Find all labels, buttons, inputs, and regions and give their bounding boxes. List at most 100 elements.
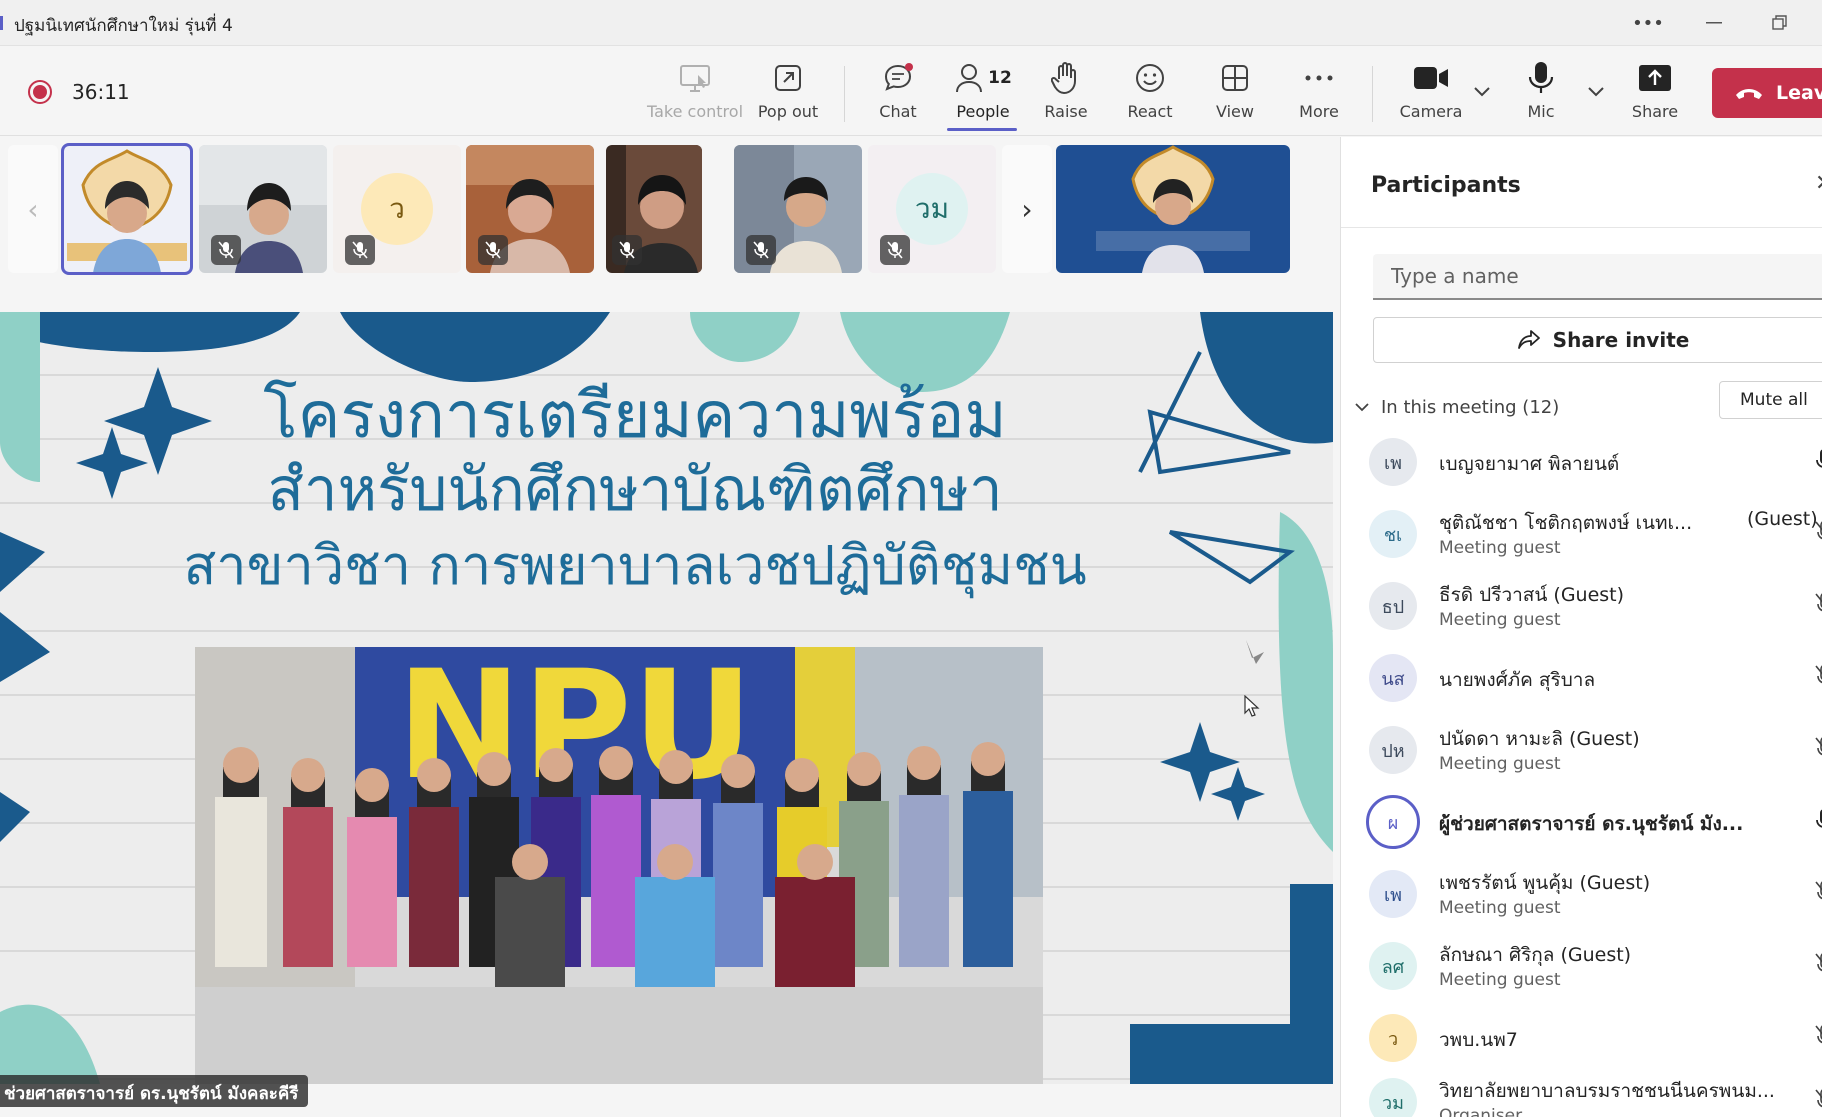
pop-out-button[interactable]: Pop out bbox=[752, 58, 824, 130]
raise-hand-button[interactable]: Raise bbox=[1040, 58, 1092, 130]
strip-previous-button[interactable]: ‹ bbox=[8, 145, 58, 273]
camera-options-chevron-icon[interactable] bbox=[1474, 82, 1490, 101]
more-options-icon[interactable]: ••• bbox=[1628, 8, 1668, 38]
minimize-icon[interactable] bbox=[1694, 8, 1734, 38]
restore-icon[interactable] bbox=[1760, 8, 1800, 38]
take-control-button[interactable]: Take control bbox=[647, 58, 743, 130]
toolbar-separator bbox=[844, 66, 845, 122]
participant-row[interactable]: เพ เพชรรัตน์ พูนคุ้ม (Guest) Meeting gue… bbox=[1369, 862, 1822, 926]
people-icon bbox=[956, 64, 983, 93]
chat-icon bbox=[881, 58, 915, 98]
speaker-name-tag: ช่วยศาสตราจารย์ ดร.นุชรัตน์ มังคละคีรี bbox=[0, 1075, 309, 1107]
more-button[interactable]: More bbox=[1296, 58, 1342, 130]
mic-button[interactable]: Mic bbox=[1520, 58, 1562, 130]
avatar: นส bbox=[1369, 654, 1417, 702]
video-tile[interactable] bbox=[606, 145, 702, 273]
mouse-cursor-icon bbox=[1244, 694, 1260, 721]
meeting-timer: 36:11 bbox=[72, 80, 130, 104]
avatar: ปห bbox=[1369, 726, 1417, 774]
mic-on-icon bbox=[1815, 448, 1822, 478]
avatar-tile[interactable]: วม bbox=[868, 145, 996, 273]
participant-name: เบญจยามาศ พิลายนต์ bbox=[1439, 453, 1620, 475]
chat-button[interactable]: Chat bbox=[870, 58, 926, 130]
react-button[interactable]: React bbox=[1124, 58, 1176, 130]
participant-row[interactable]: นส นายพงศ์ภัค สุริบาล bbox=[1369, 646, 1822, 710]
avatar: ว bbox=[361, 173, 433, 245]
mic-off-icon bbox=[478, 235, 508, 265]
microphone-icon bbox=[1528, 58, 1554, 98]
participant-role: Meeting guest bbox=[1439, 898, 1561, 918]
chevron-right-icon: › bbox=[1021, 192, 1033, 226]
toolbar-separator bbox=[1372, 66, 1373, 122]
mic-off-icon bbox=[1815, 1088, 1822, 1117]
search-input[interactable] bbox=[1373, 254, 1773, 298]
group-photo-image: NPU bbox=[195, 647, 1043, 1084]
participant-row[interactable]: วม วิทยาลัยพยาบาลบรมราชชนนีนครพนม... Org… bbox=[1369, 1070, 1822, 1117]
mic-off-icon bbox=[1815, 736, 1822, 766]
leave-button[interactable]: Leave bbox=[1712, 68, 1822, 118]
participant-row[interactable]: ชเ ชุติณัชชา โชติกฤตพงษ์ เนทเ... (Guest)… bbox=[1369, 502, 1822, 566]
avatar: วม bbox=[1369, 1078, 1417, 1117]
mic-on-icon bbox=[1815, 808, 1822, 838]
mic-off-icon bbox=[1815, 664, 1822, 694]
camera-button[interactable]: Camera bbox=[1396, 58, 1466, 130]
participant-row[interactable]: ลศ ลักษณา ศิริกุล (Guest) Meeting guest bbox=[1369, 934, 1822, 998]
video-tile[interactable] bbox=[466, 145, 594, 273]
avatar: ชเ bbox=[1369, 510, 1417, 558]
participant-row[interactable]: ว วพบ.นพ7 bbox=[1369, 1006, 1822, 1070]
view-button[interactable]: View bbox=[1210, 58, 1260, 130]
spotlight-video-tile[interactable] bbox=[1056, 145, 1290, 273]
avatar: เพ bbox=[1369, 438, 1417, 486]
video-tile[interactable] bbox=[61, 143, 193, 275]
share-invite-button[interactable]: Share invite bbox=[1373, 317, 1822, 363]
panel-divider bbox=[1341, 227, 1822, 228]
title-bar: ปฐมนิเทศนักศึกษาใหม่ รุ่นที่ 4 ••• bbox=[0, 0, 1822, 46]
mic-off-icon bbox=[1815, 880, 1822, 910]
people-button[interactable]: 12 People bbox=[948, 58, 1018, 130]
video-tile[interactable] bbox=[199, 145, 327, 273]
share-invite-icon bbox=[1517, 330, 1540, 349]
avatar: วม bbox=[896, 173, 968, 245]
mic-options-chevron-icon[interactable] bbox=[1588, 82, 1604, 101]
participant-search bbox=[1373, 254, 1822, 300]
participant-name: นายพงศ์ภัค สุริบาล bbox=[1439, 669, 1596, 691]
mic-off-icon bbox=[880, 235, 910, 265]
participant-video bbox=[63, 145, 191, 273]
close-panel-icon[interactable]: ✕ bbox=[1815, 171, 1822, 196]
video-tile[interactable] bbox=[734, 145, 862, 273]
chevron-down-icon bbox=[1355, 402, 1369, 411]
mic-off-icon bbox=[1815, 592, 1822, 622]
mic-off-icon bbox=[345, 235, 375, 265]
participant-video bbox=[1056, 145, 1290, 273]
guest-tag: (Guest) bbox=[1747, 508, 1818, 530]
participant-row[interactable]: ปห ปนัดดา หามะลิ (Guest) Meeting guest bbox=[1369, 718, 1822, 782]
view-grid-icon bbox=[1220, 58, 1250, 98]
mute-all-button[interactable]: Mute all bbox=[1719, 381, 1822, 419]
participant-name: วิทยาลัยพยาบาลบรมราชชนนีนครพนม... bbox=[1439, 1080, 1775, 1102]
people-icon-group: 12 bbox=[954, 58, 1012, 98]
panel-title: Participants bbox=[1371, 173, 1521, 198]
in-meeting-section-toggle[interactable]: In this meeting (12) bbox=[1355, 389, 1559, 425]
section-label: In this meeting (12) bbox=[1381, 396, 1560, 418]
share-button[interactable]: Share bbox=[1630, 58, 1680, 130]
participant-name: เพชรรัตน์ พูนคุ้ม (Guest) bbox=[1439, 872, 1651, 894]
mic-off-icon bbox=[1815, 1024, 1822, 1054]
participant-row[interactable]: ผ ผู้ช่วยศาสตราจารย์ ดร.นุชรัตน์ มัง... bbox=[1366, 790, 1822, 854]
participants-panel: Participants ✕ Share invite In this meet… bbox=[1340, 137, 1822, 1117]
take-control-icon bbox=[678, 58, 712, 98]
share-icon bbox=[1638, 58, 1672, 98]
strip-next-button[interactable]: › bbox=[1002, 145, 1052, 273]
participant-name: ผู้ช่วยศาสตราจารย์ ดร.นุชรัตน์ มัง... bbox=[1439, 813, 1744, 835]
raise-hand-icon bbox=[1051, 58, 1081, 98]
avatar: ธป bbox=[1369, 582, 1417, 630]
participant-row[interactable]: เพ เบญจยามาศ พิลายนต์ bbox=[1369, 430, 1822, 494]
avatar: ลศ bbox=[1369, 942, 1417, 990]
participant-name: ชุติณัชชา โชติกฤตพงษ์ เนทเ... bbox=[1439, 512, 1693, 534]
participant-name: ลักษณา ศิริกุล (Guest) bbox=[1439, 944, 1632, 966]
participant-row[interactable]: ธป ธีรดิ ปรีวาสน์ (Guest) Meeting guest bbox=[1369, 574, 1822, 638]
people-active-indicator bbox=[947, 128, 1017, 131]
more-dots-icon bbox=[1304, 58, 1334, 98]
app-accent-mark bbox=[0, 16, 3, 30]
avatar: ว bbox=[1369, 1014, 1417, 1062]
avatar-tile[interactable]: ว bbox=[333, 145, 461, 273]
